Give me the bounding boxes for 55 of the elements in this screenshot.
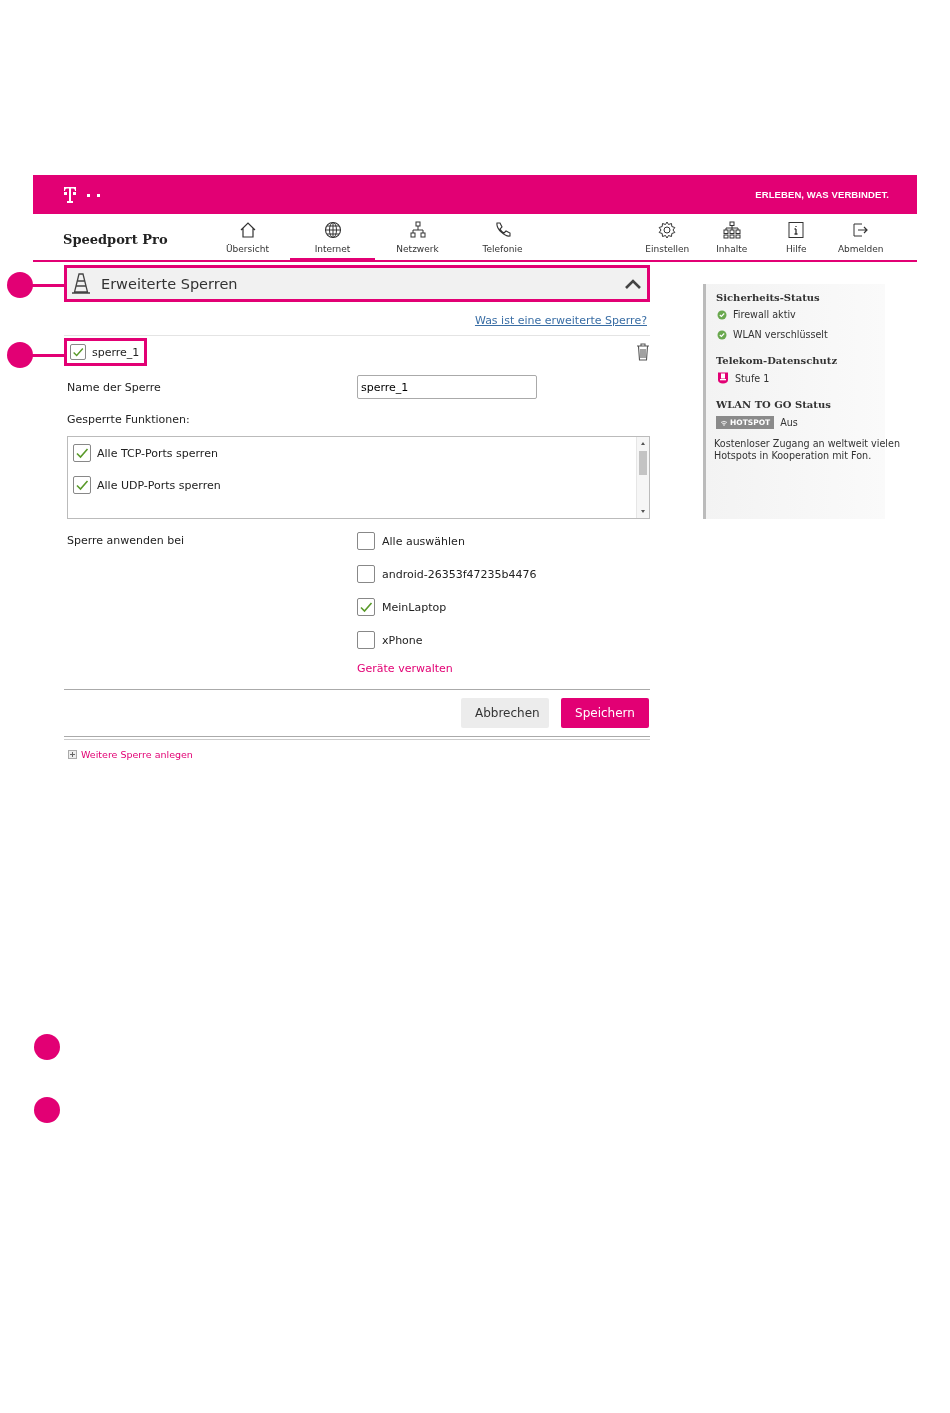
nav-button[interactable]: Abmelden	[828, 214, 893, 260]
checkbox[interactable]	[357, 598, 375, 616]
callout-dot	[34, 1097, 60, 1123]
checkbox-label: xPhone	[382, 633, 423, 647]
field-label: Sperre anwenden bei	[67, 533, 186, 549]
product-name: Speedport Pro	[62, 230, 169, 249]
name-field[interactable]: sperre_1	[357, 375, 537, 399]
nav-button[interactable]: Inhalte	[699, 214, 764, 260]
privacy-level: Stufe 1	[735, 372, 770, 384]
traffic-cone-icon	[71, 272, 91, 295]
checkbox[interactable]	[357, 565, 375, 583]
field-label: Name der Sperre	[67, 380, 162, 394]
nav-button[interactable]: Einstellen	[635, 214, 700, 260]
checkbox-label: Alle UDP-Ports sperren	[97, 478, 221, 492]
settings-icon	[657, 220, 678, 240]
add-rule-link[interactable]: Weitere Sperre anlegen	[81, 749, 193, 760]
nav-tab[interactable]: Netzwerk	[375, 214, 460, 260]
info-icon	[786, 220, 807, 240]
callout-dot	[34, 1034, 60, 1060]
nav-button[interactable]: Hilfe	[764, 214, 829, 260]
save-button[interactable]: Speichern	[561, 698, 649, 728]
nav-tab[interactable]: Übersicht	[205, 214, 290, 260]
help-link[interactable]: Was ist eine erweiterte Sperre?	[474, 314, 647, 327]
checkbox-label: android-26353f47235b4476	[382, 567, 537, 581]
checkbox[interactable]	[357, 631, 375, 649]
checkbox[interactable]	[73, 444, 91, 462]
header-tagline: ERLEBEN, WAS VERBINDET.	[755, 189, 889, 200]
network-icon	[407, 220, 428, 240]
checkbox-label: MeinLaptop	[382, 600, 447, 614]
rule-name: sperre_1	[92, 345, 140, 359]
section-header[interactable]: Erweiterte Sperren	[64, 265, 650, 302]
callout-marker	[7, 272, 64, 298]
checkbox[interactable]	[357, 532, 375, 550]
checkbox[interactable]	[73, 476, 91, 494]
sidebar-heading: Sicherheits-Status	[716, 292, 821, 303]
manage-devices-link[interactable]: Geräte verwalten	[357, 662, 537, 675]
plus-icon	[68, 750, 77, 759]
functions-list[interactable]: Alle TCP-Ports sperren Alle UDP-Ports sperren	[67, 436, 650, 519]
nav-tab[interactable]: Internet	[290, 214, 375, 260]
checkbox-label: Alle TCP-Ports sperren	[97, 446, 218, 460]
hotspot-status: Aus	[780, 417, 798, 428]
status-text: Firewall aktiv	[733, 309, 796, 320]
globe-icon	[322, 220, 343, 240]
hierarchy-icon	[721, 220, 742, 240]
checkbox-label: Alle auswählen	[382, 534, 465, 548]
sidebar-description: Kostenloser Zugang an weltweit vielen Hotspots in Kooperation mit Fon.	[714, 438, 901, 463]
field-label: Gesperrte Funktionen:	[67, 413, 191, 426]
cancel-button[interactable]: Abbrechen	[461, 698, 549, 728]
sidebar-heading: WLAN TO GO Status	[716, 399, 832, 410]
trash-icon[interactable]	[636, 343, 650, 361]
nav-tab[interactable]: Telefonie	[460, 214, 545, 260]
sidebar-heading: Telekom-Datenschutz	[716, 355, 839, 366]
checkbox[interactable]	[70, 344, 86, 360]
shield-icon	[717, 372, 729, 384]
status-text: WLAN verschlüsselt	[733, 329, 828, 340]
